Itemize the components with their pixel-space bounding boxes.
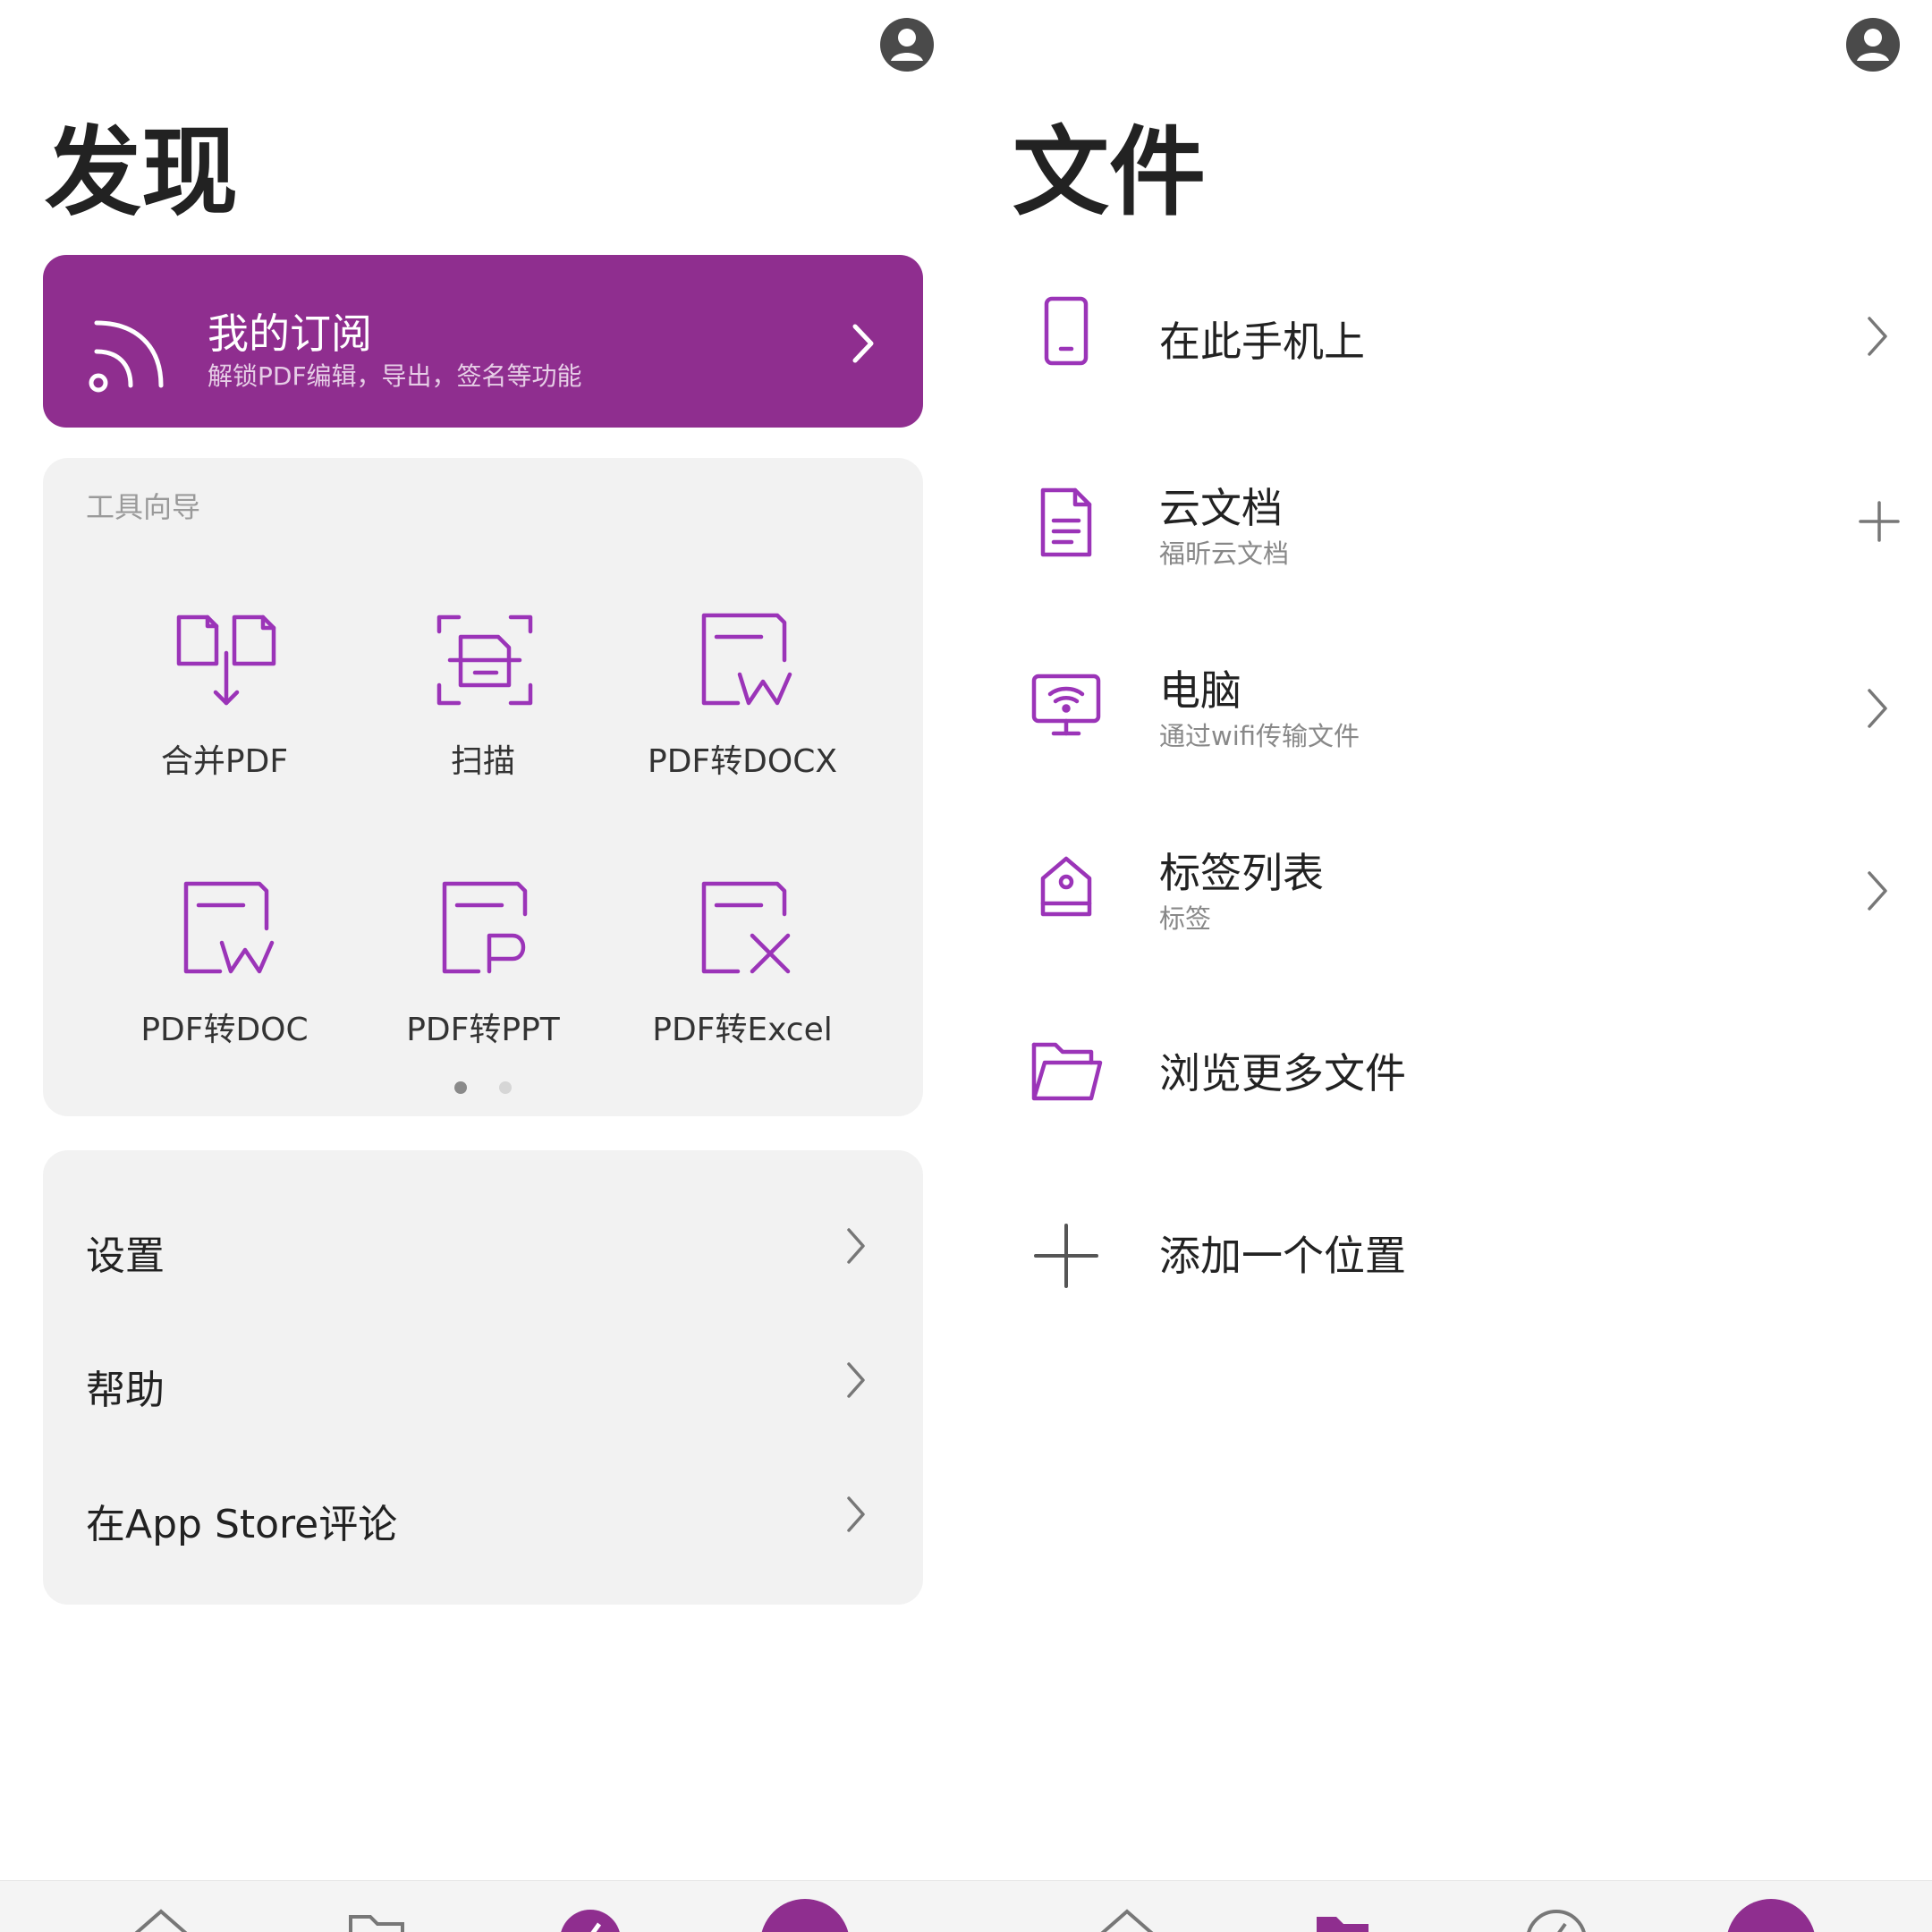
tools-card: 工具向导 合并PDF 扫描 PDF转DOCX PDF转DOC PDF转PPT P…	[43, 458, 923, 1116]
location-title: 浏览更多文件	[1159, 1049, 1406, 1097]
chevron-right-icon	[847, 1496, 865, 1532]
page-title: 文件	[1013, 117, 1207, 229]
tool-label: 扫描	[450, 743, 515, 780]
add-location[interactable]: 添加一个位置	[966, 1159, 1932, 1338]
location-title: 标签列表	[1159, 849, 1324, 897]
settings-card: 设置 帮助 在App Store评论	[43, 1150, 923, 1605]
account-icon[interactable]	[1844, 16, 1902, 73]
pdf-to-ppt-icon	[442, 881, 528, 974]
chevron-right-icon	[852, 324, 874, 363]
account-icon[interactable]	[878, 16, 936, 73]
app-store-review-item[interactable]: 在App Store评论	[43, 1447, 923, 1581]
location-title: 电脑	[1159, 666, 1241, 715]
tool-pdf-to-doc[interactable]: PDF转DOC	[95, 878, 354, 1093]
tool-label: PDF转DOCX	[648, 743, 837, 780]
page-indicator[interactable]	[43, 1080, 923, 1095]
help-item[interactable]: 帮助	[43, 1313, 923, 1447]
location-tag-list[interactable]: 标签列表 标签	[966, 794, 1932, 973]
chevron-right-icon	[1868, 871, 1887, 911]
location-title: 云文档	[1159, 484, 1283, 532]
chevron-right-icon	[847, 1228, 865, 1264]
tool-pdf-to-excel[interactable]: PDF转Excel	[613, 878, 872, 1093]
pdf-to-excel-icon	[701, 881, 791, 974]
tool-label: PDF转PPT	[406, 1012, 560, 1048]
discover-panel: 发现 我的订阅 解锁PDF编辑，导出，签名等功能 工具向导 合并PDF 扫描 P…	[0, 0, 966, 1932]
tool-label: PDF转Excel	[652, 1012, 833, 1048]
rss-icon	[89, 320, 164, 393]
add-icon	[1034, 1224, 1098, 1288]
subscription-title: 我的订阅	[208, 309, 372, 358]
files-panel: 文件 在此手机上 云文档 福昕云文档 电脑 通过wifi传输文件 标签列表 标签…	[966, 0, 1932, 1932]
tool-merge-pdf[interactable]: 合并PDF	[95, 610, 354, 825]
pdf-to-doc-icon	[183, 881, 275, 974]
location-title: 在此手机上	[1159, 318, 1365, 366]
home-icon[interactable]	[1091, 1904, 1163, 1932]
bottom-nav-bar	[966, 1880, 1932, 1932]
add-button[interactable]	[1726, 1899, 1816, 1932]
tag-icon	[1040, 856, 1092, 917]
chevron-right-icon	[847, 1362, 865, 1398]
page-title: 发现	[45, 117, 239, 229]
add-button[interactable]	[760, 1899, 850, 1932]
location-cloud-docs[interactable]: 云文档 福昕云文档	[966, 429, 1932, 608]
merge-pdf-icon	[176, 614, 276, 706]
folder-icon[interactable]	[340, 1904, 411, 1932]
pdf-to-docx-icon	[701, 613, 792, 706]
location-subtitle: 标签	[1159, 903, 1212, 934]
location-on-this-phone[interactable]: 在此手机上	[966, 247, 1932, 426]
tool-label: PDF转DOC	[140, 1012, 309, 1048]
bottom-nav-bar	[0, 1880, 966, 1932]
tool-pdf-to-docx[interactable]: PDF转DOCX	[613, 610, 872, 825]
settings-label: 设置	[86, 1233, 165, 1279]
scan-icon	[436, 614, 533, 706]
location-subtitle: 通过wifi传输文件	[1159, 721, 1360, 751]
subscription-description: 解锁PDF编辑，导出，签名等功能	[208, 361, 582, 391]
folder-icon	[1031, 1042, 1103, 1101]
page-dot	[498, 1081, 512, 1094]
browse-more-files[interactable]: 浏览更多文件	[966, 977, 1932, 1156]
location-computer[interactable]: 电脑 通过wifi传输文件	[966, 612, 1932, 791]
chevron-right-icon	[1868, 689, 1887, 728]
help-label: 帮助	[86, 1368, 165, 1413]
settings-item[interactable]: 设置	[43, 1179, 923, 1313]
document-icon	[1040, 487, 1092, 557]
discover-icon[interactable]	[555, 1904, 626, 1932]
tool-scan[interactable]: 扫描	[353, 610, 613, 825]
tools-section-label: 工具向导	[86, 490, 201, 524]
page-dot-active	[454, 1081, 468, 1094]
home-icon[interactable]	[125, 1904, 197, 1932]
plus-icon[interactable]	[1857, 499, 1902, 544]
app-store-review-label: 在App Store评论	[86, 1502, 398, 1547]
discover-icon[interactable]	[1521, 1904, 1592, 1932]
location-title: 添加一个位置	[1159, 1232, 1406, 1280]
files-icon[interactable]	[1306, 1904, 1377, 1932]
chevron-right-icon	[1868, 317, 1887, 356]
tool-label: 合并PDF	[160, 743, 289, 780]
tool-pdf-to-ppt[interactable]: PDF转PPT	[353, 878, 613, 1093]
location-subtitle: 福昕云文档	[1159, 538, 1290, 569]
subscription-banner[interactable]: 我的订阅 解锁PDF编辑，导出，签名等功能	[43, 255, 923, 428]
wifi-monitor-icon	[1031, 674, 1101, 736]
phone-icon	[1044, 296, 1089, 366]
